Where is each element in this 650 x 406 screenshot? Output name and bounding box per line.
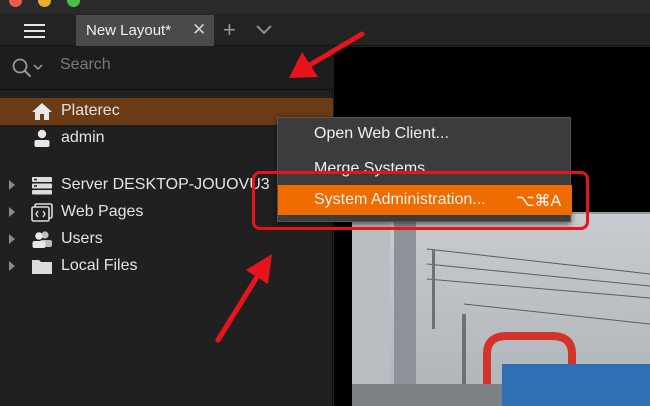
zoom-window-button[interactable] (67, 0, 80, 7)
camera-video-tile[interactable] (352, 212, 650, 406)
minimize-window-button[interactable] (38, 0, 51, 7)
tree-item-label: Users (61, 230, 103, 247)
tree-item-label: Local Files (61, 257, 138, 274)
close-icon[interactable]: ✕ (192, 20, 206, 40)
expand-arrow-icon[interactable] (9, 234, 15, 244)
main-menu-button[interactable] (22, 22, 48, 40)
tree-item-label: Web Pages (61, 203, 144, 220)
menu-item-label: Open Web Client... (314, 125, 449, 142)
search-input[interactable] (60, 56, 300, 74)
search-icon[interactable] (12, 58, 32, 78)
tree-item-label: Platerec (61, 102, 120, 119)
tree-item-users[interactable]: Users (0, 226, 333, 253)
web-pages-icon (31, 203, 53, 222)
folder-icon (32, 260, 52, 274)
tree-item-label: admin (61, 129, 105, 146)
tab-label: New Layout* (86, 22, 172, 39)
close-window-button[interactable] (9, 0, 22, 7)
hamburger-icon-line (24, 30, 45, 32)
annotation-highlight-box (252, 171, 589, 230)
expand-arrow-icon[interactable] (9, 207, 15, 217)
server-icon (32, 177, 52, 195)
add-tab-icon[interactable]: + (223, 17, 236, 43)
chevron-down-icon[interactable] (252, 19, 276, 39)
chevron-down-icon[interactable] (33, 64, 43, 72)
tree-item-local-files[interactable]: Local Files (0, 253, 333, 280)
tab-bar: New Layout* ✕ + (0, 14, 650, 46)
user-icon (34, 129, 50, 147)
tab-new-layout[interactable]: New Layout* ✕ (76, 15, 214, 46)
window-titlebar (0, 0, 650, 14)
users-icon (32, 231, 52, 248)
hamburger-icon-line (24, 36, 45, 38)
divider (0, 89, 333, 90)
app-window: New Layout* ✕ + Platerec (0, 0, 650, 406)
expand-arrow-icon[interactable] (9, 180, 15, 190)
search-bar (0, 47, 333, 89)
home-icon (32, 103, 52, 120)
camera-feed-image (352, 214, 650, 406)
menu-item-open-web-client[interactable]: Open Web Client... (278, 119, 572, 149)
expand-arrow-icon[interactable] (9, 261, 15, 271)
tree-item-label: Server DESKTOP-JOUOVU3 (61, 176, 270, 193)
hamburger-icon (24, 24, 45, 26)
